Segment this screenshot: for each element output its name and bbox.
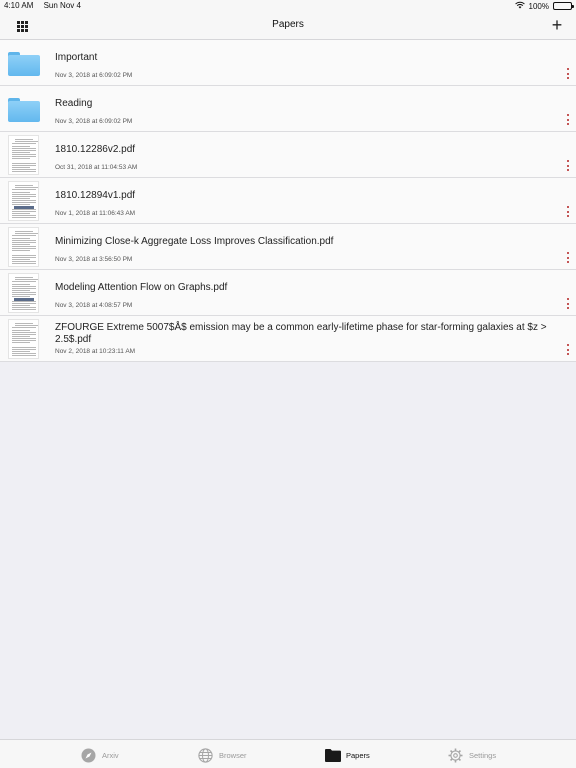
status-left: 4:10 AM Sun Nov 4 — [4, 1, 81, 10]
item-date: Oct 31, 2018 at 11:04:53 AM — [55, 164, 138, 171]
more-options-icon[interactable] — [566, 68, 569, 79]
item-date: Nov 3, 2018 at 6:09:02 PM — [55, 118, 133, 125]
more-options-icon[interactable] — [566, 114, 569, 125]
battery-icon — [553, 2, 574, 10]
item-date: Nov 3, 2018 at 6:09:02 PM — [55, 72, 133, 79]
tab-bar: Arxiv Browser Papers Settings — [0, 739, 576, 768]
tab-papers-label: Papers — [346, 750, 370, 760]
pdf-row[interactable]: Modeling Attention Flow on Graphs.pdf Nov… — [0, 270, 576, 316]
item-title: Minimizing Close-k Aggregate Loss Improv… — [55, 236, 334, 247]
status-bar: 4:10 AM Sun Nov 4 100% — [0, 0, 576, 12]
item-title: Modeling Attention Flow on Graphs.pdf — [55, 282, 228, 293]
pdf-thumbnail — [8, 273, 39, 313]
tab-settings[interactable]: Settings — [448, 746, 496, 764]
gear-icon — [448, 748, 463, 763]
globe-icon — [198, 747, 213, 763]
add-icon[interactable]: + — [549, 15, 565, 35]
folder-icon — [325, 748, 341, 763]
tab-arxiv[interactable]: Arxiv — [81, 746, 119, 764]
more-options-icon[interactable] — [566, 252, 569, 263]
more-options-icon[interactable] — [566, 206, 569, 217]
item-title: 1810.12286v2.pdf — [55, 144, 136, 155]
pdf-thumbnail — [8, 227, 39, 267]
more-options-icon[interactable] — [566, 298, 569, 309]
tab-arxiv-label: Arxiv — [102, 750, 119, 760]
navigation-bar: Papers + — [0, 12, 576, 40]
item-date: Nov 1, 2018 at 11:06:43 AM — [55, 210, 136, 217]
more-options-icon[interactable] — [566, 160, 569, 171]
status-time: 4:10 AM — [4, 1, 34, 10]
wifi-icon — [514, 1, 525, 11]
pdf-row[interactable]: ZFOURGE Extreme 5007$Å$ emission may be … — [0, 316, 576, 362]
pdf-thumbnail — [8, 135, 39, 175]
status-right: 100% — [514, 1, 574, 11]
pdf-row[interactable]: Minimizing Close-k Aggregate Loss Improv… — [0, 224, 576, 270]
folder-thumbnail-icon — [8, 52, 40, 76]
folder-row[interactable]: Important Nov 3, 2018 at 6:09:02 PM — [0, 40, 576, 86]
pdf-thumbnail — [8, 181, 39, 221]
folder-thumbnail-icon — [8, 98, 40, 122]
papers-list: Important Nov 3, 2018 at 6:09:02 PM Readin… — [0, 40, 576, 362]
pdf-thumbnail — [8, 319, 39, 359]
item-date: Nov 3, 2018 at 3:56:50 PM — [55, 256, 133, 263]
item-title: ZFOURGE Extreme 5007$Å$ emission may be … — [55, 322, 547, 345]
tab-settings-label: Settings — [469, 750, 497, 760]
item-date: Nov 2, 2018 at 10:23:11 AM — [55, 348, 136, 355]
page-title: Papers — [272, 19, 304, 30]
pdf-row[interactable]: 1810.12286v2.pdf Oct 31, 2018 at 11:04:53… — [0, 132, 576, 178]
item-title: Important — [55, 52, 98, 63]
tab-browser-label: Browser — [219, 750, 247, 760]
pdf-row[interactable]: 1810.12894v1.pdf Nov 1, 2018 at 11:06:43 … — [0, 178, 576, 224]
battery-percent: 100% — [528, 1, 549, 11]
folder-row[interactable]: Reading Nov 3, 2018 at 6:09:02 PM — [0, 86, 576, 132]
tab-browser[interactable]: Browser — [198, 746, 247, 764]
compass-icon — [81, 748, 96, 763]
status-date: Sun Nov 4 — [43, 1, 81, 10]
more-options-icon[interactable] — [566, 344, 569, 355]
item-title: 1810.12894v1.pdf — [55, 190, 136, 201]
item-title: Reading — [55, 98, 93, 109]
tab-papers[interactable]: Papers — [325, 746, 370, 764]
item-date: Nov 3, 2018 at 4:08:57 PM — [55, 302, 133, 309]
